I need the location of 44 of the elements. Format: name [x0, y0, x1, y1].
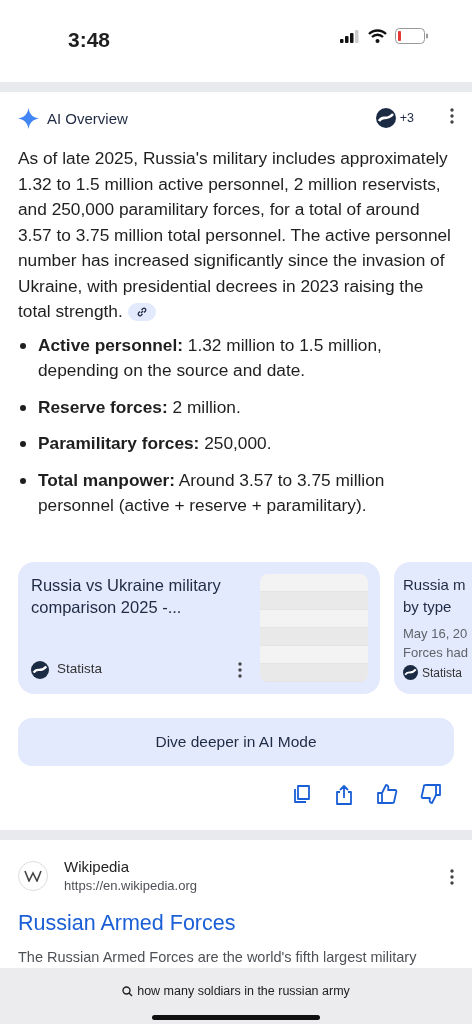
bullet-icon: [20, 404, 26, 411]
home-indicator[interactable]: [152, 1014, 320, 1020]
bullet-text: Paramilitary forces: 250,000.: [38, 432, 272, 455]
bullet-text: Total manpower: Around 3.57 to 3.75 million personnel (active + reserve + paramilitary).: [38, 468, 386, 517]
overview-paragraph: As of late 2025, Russia's military includes approximately 1.32 to 1.5 million active personnel, 2 million reservists, and 250,000 paramilitary forces, for a total of around 3.57 to 3.75 million total personnel. The active personnel number has increased significantly since the invasion of Ukraine, with presidential decrees in 2023 raising the total strength.: [17, 147, 452, 324]
bullet-text: Reserve forces: 2 million.: [38, 395, 241, 419]
copy-icon[interactable]: [292, 783, 312, 804]
source-logo-icon: [31, 660, 49, 679]
source-date: May 16, 20: [403, 624, 469, 643]
more-options-icon[interactable]: [450, 869, 454, 885]
result-snippet: The Russian Armed Forces are the world's fifth largest military: [18, 948, 418, 968]
share-icon[interactable]: [334, 783, 354, 806]
bullet-text: Active personnel: 1.32 million to 1.5 million, depending on the source and date.: [38, 333, 383, 382]
section-title: AI Overview: [47, 109, 128, 129]
wifi-icon: [368, 29, 387, 43]
link-chip[interactable]: [127, 303, 156, 322]
more-options-icon[interactable]: [450, 108, 454, 124]
bullet-icon: [20, 477, 26, 484]
status-time: 3:48: [68, 27, 111, 53]
thumbs-up-icon[interactable]: [376, 783, 398, 804]
link-icon: [135, 306, 148, 319]
source-title: Russia vs Ukraine military comparison 2025 -...: [31, 574, 222, 618]
source-card[interactable]: Russia m by type May 16, 20 Forces had Statista: [394, 561, 472, 694]
source-snippet: Forces had: [403, 644, 470, 662]
search-query[interactable]: how many soldiars in the russian army: [137, 982, 350, 1001]
thumbs-down-icon[interactable]: [420, 783, 442, 804]
sparkle-icon: [18, 108, 39, 129]
result-site: Wikipedia: [64, 857, 131, 876]
source-title: Russia m by type: [403, 574, 467, 617]
source-site: Statista: [422, 664, 463, 682]
result-title-link[interactable]: Russian Armed Forces: [18, 907, 236, 940]
source-logo-icon: [403, 665, 418, 680]
bullet-icon: [20, 441, 26, 447]
source-logo-icon: [375, 108, 396, 128]
search-icon: [122, 985, 134, 997]
more-options-icon[interactable]: [238, 662, 242, 679]
ai-mode-button[interactable]: Dive deeper in AI Mode: [18, 717, 454, 766]
signal-icon: [340, 29, 360, 43]
battery-icon: [395, 28, 428, 44]
source-site: Statista: [57, 660, 103, 679]
bullet-icon: [20, 342, 26, 349]
source-count[interactable]: +3: [399, 108, 414, 128]
result-url: https://en.wikipedia.org: [64, 876, 197, 895]
source-card[interactable]: Russia vs Ukraine military comparison 2025 -... Statista: [18, 561, 380, 694]
